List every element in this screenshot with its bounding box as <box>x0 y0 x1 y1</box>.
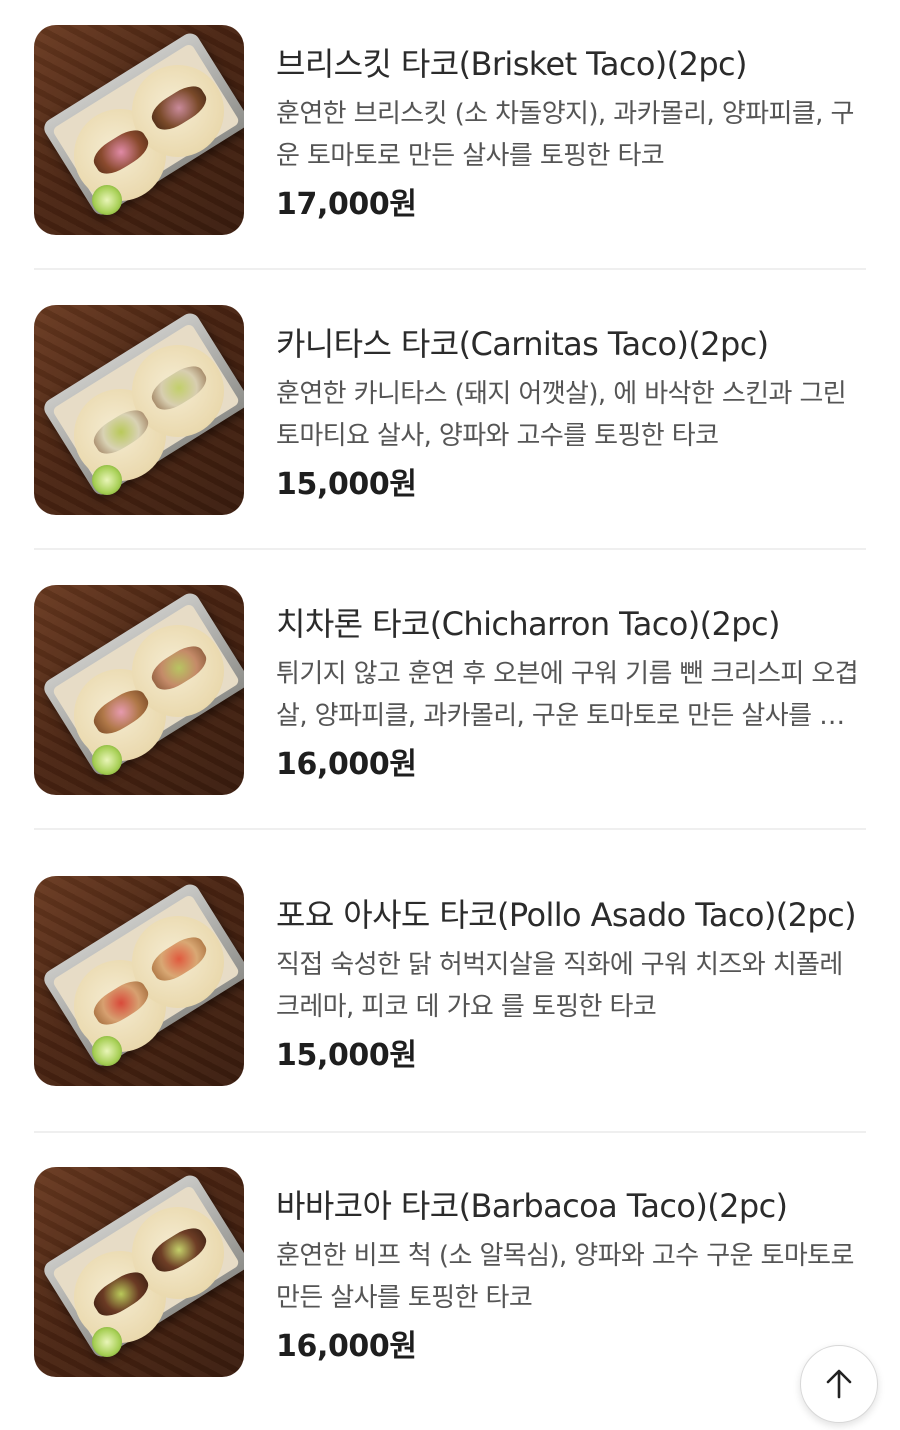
carnitas-taco-photo <box>34 305 244 515</box>
menu-item-price: 16,000원 <box>276 1329 417 1364</box>
menu-item-carnitas[interactable]: 카니타스 타코(Carnitas Taco)(2pc) 훈연한 카니타스 (돼지… <box>34 305 866 515</box>
menu-item-description: 직접 숙성한 닭 허벅지살을 직화에 구워 치즈와 치폴레 크레마, 피코 데 … <box>276 950 843 1022</box>
menu-item-price: 15,000원 <box>276 1038 417 1073</box>
menu-item-chicharron[interactable]: 치차론 타코(Chicharron Taco)(2pc) 튀기지 않고 훈연 후… <box>34 585 866 795</box>
menu-item-description: 훈연한 비프 척 (소 알목심), 양파와 고수 구운 토마토로 만든 살사를 … <box>276 1241 854 1313</box>
menu-item-price: 17,000원 <box>276 187 417 222</box>
menu-item-name: 바바코아 타코(Barbacoa Taco)(2pc) <box>276 1187 788 1225</box>
arrow-up-icon <box>826 1369 852 1399</box>
menu-item-barbacoa[interactable]: 바바코아 타코(Barbacoa Taco)(2pc) 훈연한 비프 척 (소 … <box>34 1167 866 1377</box>
divider <box>34 828 866 830</box>
menu-item-name: 카니타스 타코(Carnitas Taco)(2pc) <box>276 325 769 363</box>
divider <box>34 548 866 550</box>
brisket-taco-photo <box>34 25 244 235</box>
menu-list: 브리스킷 타코(Brisket Taco)(2pc) 훈연한 브리스킷 (소 차… <box>0 0 900 1430</box>
menu-item-description: 튀기지 않고 훈연 후 오븐에 구워 기름 뺀 크리스피 오겹살, 양파피클, … <box>276 659 866 731</box>
menu-item-name: 포요 아사도 타코(Pollo Asado Taco)(2pc) <box>276 896 857 934</box>
divider <box>34 1131 866 1133</box>
scroll-top-button[interactable] <box>800 1345 878 1423</box>
menu-item-name: 브리스킷 타코(Brisket Taco)(2pc) <box>276 45 748 83</box>
divider <box>34 268 866 270</box>
menu-item-description: 훈연한 브리스킷 (소 차돌양지), 과카몰리, 양파피클, 구운 토마토로 만… <box>276 99 854 171</box>
chicharron-taco-photo <box>34 585 244 795</box>
menu-item-price: 15,000원 <box>276 467 417 502</box>
barbacoa-taco-photo <box>34 1167 244 1377</box>
menu-item-name: 치차론 타코(Chicharron Taco)(2pc) <box>276 605 780 643</box>
menu-item-price: 16,000원 <box>276 747 417 782</box>
pollo-asado-taco-photo <box>34 876 244 1086</box>
menu-item-brisket[interactable]: 브리스킷 타코(Brisket Taco)(2pc) 훈연한 브리스킷 (소 차… <box>34 25 866 235</box>
menu-item-description: 훈연한 카니타스 (돼지 어깻살), 에 바삭한 스킨과 그린 토마티요 살사,… <box>276 379 847 451</box>
menu-item-pollo-asado[interactable]: 포요 아사도 타코(Pollo Asado Taco)(2pc) 직접 숙성한 … <box>34 876 866 1086</box>
